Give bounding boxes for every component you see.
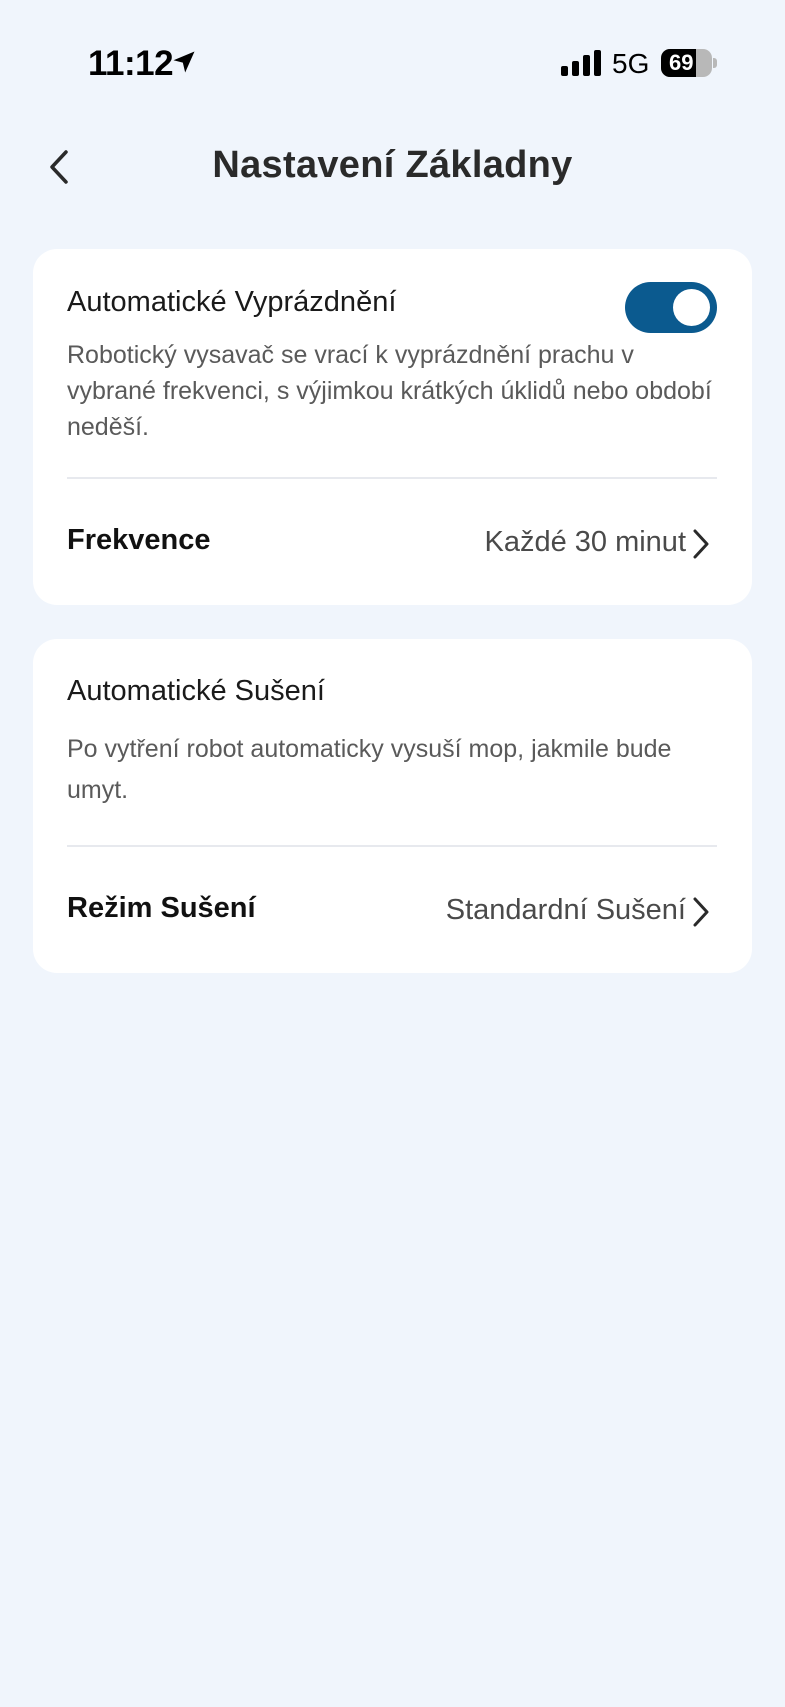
chevron-right-icon [693,897,709,927]
auto-dry-card: Automatické Sušení Po vytření robot auto… [33,639,752,973]
status-time: 11:12 [88,44,174,83]
drying-mode-row[interactable]: Režim Sušení Standardní Sušení [33,870,752,950]
settings-screen: 11:12 5G 69 Nastavení Základny Automatic… [0,0,785,1707]
auto-empty-title: Automatické Vyprázdnění [67,286,397,318]
divider [67,477,717,479]
header: Nastavení Základny [0,130,785,210]
frequency-value: Každé 30 minut [484,526,686,558]
auto-dry-title: Automatické Sušení [67,675,325,707]
cellular-signal-icon [561,50,601,76]
chevron-left-icon [50,150,68,184]
frequency-label: Frekvence [67,524,211,556]
chevron-right-icon [693,529,709,559]
battery-cap [713,58,717,68]
location-arrow-icon [173,51,195,73]
status-bar: 11:12 5G 69 [0,40,785,90]
drying-mode-value: Standardní Sušení [445,894,686,926]
frequency-row[interactable]: Frekvence Každé 30 minut [33,502,752,582]
auto-empty-card: Automatické Vyprázdnění Robotický vysava… [33,249,752,605]
drying-mode-label: Režim Sušení [67,892,256,924]
network-type: 5G [612,48,650,79]
page-title: Nastavení Základny [212,144,573,186]
battery-icon: 69 [661,49,712,77]
divider [67,845,717,847]
auto-empty-description: Robotický vysavač se vrací k vyprázdnění… [67,341,712,441]
auto-empty-toggle[interactable] [625,282,717,333]
battery-level: 69 [669,50,694,75]
back-button[interactable] [36,144,82,190]
toggle-knob [673,289,710,326]
auto-dry-description: Po vytření robot automaticky vysuší mop,… [67,735,672,804]
